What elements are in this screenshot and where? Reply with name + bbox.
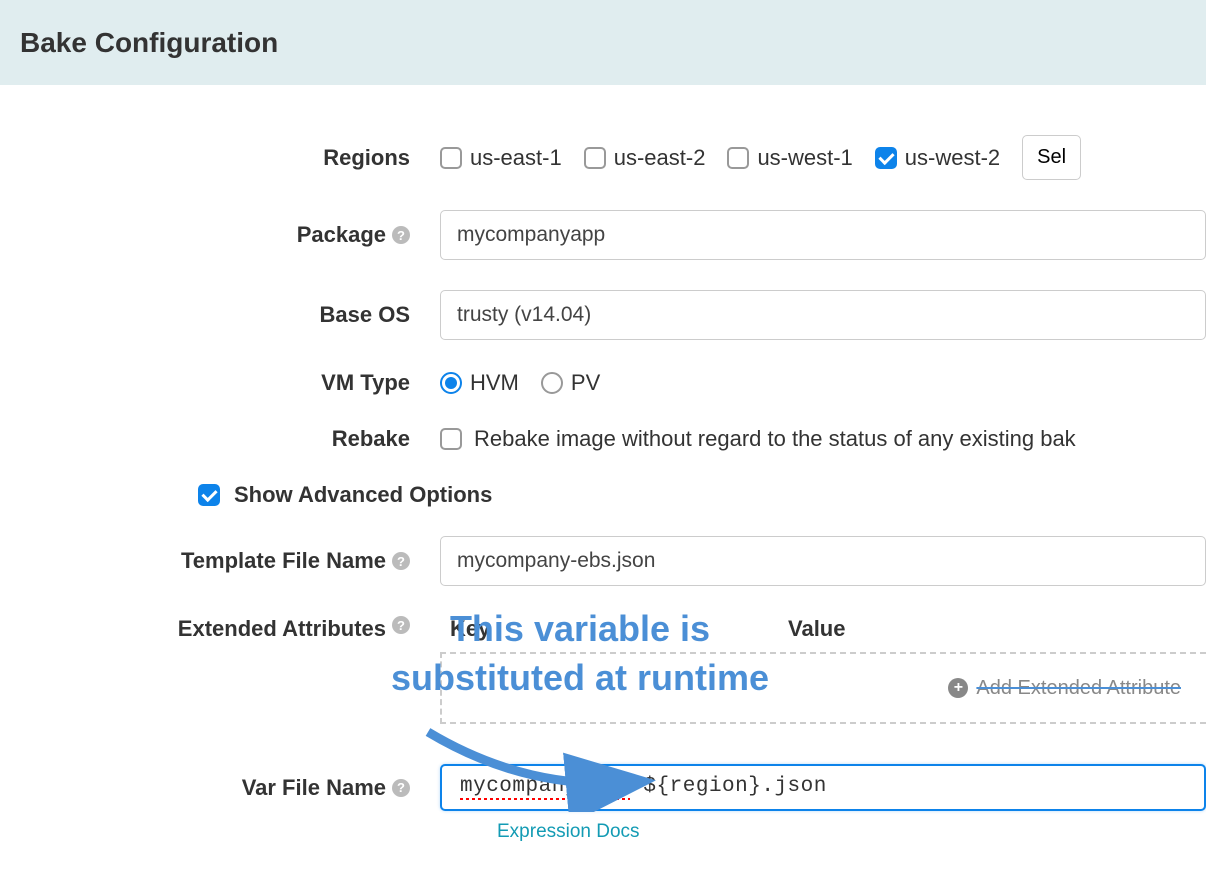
var-file-field: mycompany-var-${region}.json: [440, 764, 1206, 811]
template-file-input[interactable]: [440, 536, 1206, 586]
vm-type-radio-0[interactable]: [440, 372, 462, 394]
rebake-checkbox-label[interactable]: [440, 428, 462, 450]
vm-type-row: VM Type HVM PV: [40, 370, 1206, 396]
vm-type-hvm[interactable]: HVM: [440, 370, 519, 396]
region-label-3: us-west-2: [905, 145, 1000, 171]
region-us-west-2[interactable]: us-west-2: [875, 145, 1000, 171]
expression-docs-row: Expression Docs: [485, 815, 1206, 843]
rebake-description: Rebake image without regard to the statu…: [474, 426, 1076, 452]
region-checkbox-1[interactable]: [584, 147, 606, 169]
rebake-checkbox[interactable]: [440, 428, 462, 450]
regions-row: Regions us-east-1 us-east-2 us-west-1 us…: [40, 135, 1206, 180]
package-input[interactable]: [440, 210, 1206, 260]
var-file-row: Var File Name ? mycompany-var-${region}.…: [40, 764, 1206, 811]
region-label-1: us-east-2: [614, 145, 706, 171]
vm-type-label-0: HVM: [470, 370, 519, 396]
base-os-input[interactable]: [440, 290, 1206, 340]
vm-type-label: VM Type: [40, 370, 440, 396]
advanced-checkbox[interactable]: [198, 484, 220, 506]
advanced-label: Show Advanced Options: [234, 482, 492, 508]
region-checkbox-2[interactable]: [727, 147, 749, 169]
add-extended-attribute-label: Add Extended Attribute: [976, 677, 1181, 700]
help-icon[interactable]: ?: [392, 226, 410, 244]
extended-attributes-row: Extended Attributes ? Key Value: [40, 616, 1206, 642]
region-us-east-2[interactable]: us-east-2: [584, 145, 706, 171]
vm-type-radio-1[interactable]: [541, 372, 563, 394]
extended-attributes-headers: Key Value: [440, 616, 1206, 642]
regions-field: us-east-1 us-east-2 us-west-1 us-west-2 …: [440, 135, 1206, 180]
add-extended-attribute-link[interactable]: + Add Extended Attribute: [948, 677, 1181, 700]
rebake-row: Rebake Rebake image without regard to th…: [40, 426, 1206, 452]
extended-attributes-label: Extended Attributes ?: [40, 616, 440, 642]
template-file-field: [440, 536, 1206, 586]
var-file-label: Var File Name ?: [40, 775, 440, 801]
select-regions-button[interactable]: Sel: [1022, 135, 1081, 180]
var-file-input[interactable]: [440, 764, 1206, 811]
ext-attr-key-header: Key: [450, 616, 788, 642]
base-os-field: [440, 290, 1206, 340]
vm-type-label-1: PV: [571, 370, 600, 396]
package-field: [440, 210, 1206, 260]
help-icon[interactable]: ?: [392, 779, 410, 797]
rebake-label: Rebake: [40, 426, 440, 452]
region-checkbox-0[interactable]: [440, 147, 462, 169]
region-checkbox-3[interactable]: [875, 147, 897, 169]
ext-attr-value-header: Value: [788, 616, 1206, 642]
region-label-2: us-west-1: [757, 145, 852, 171]
regions-label: Regions: [40, 145, 440, 171]
template-file-label: Template File Name ?: [40, 548, 440, 574]
base-os-row: Base OS: [40, 290, 1206, 340]
vm-type-field: HVM PV: [440, 370, 1206, 396]
rebake-field: Rebake image without regard to the statu…: [440, 426, 1206, 452]
region-label-0: us-east-1: [470, 145, 562, 171]
package-label: Package ?: [40, 222, 440, 248]
vm-type-pv[interactable]: PV: [541, 370, 600, 396]
var-file-input-wrap: mycompany-var-${region}.json: [440, 764, 1206, 811]
expression-docs-link[interactable]: Expression Docs: [497, 821, 640, 843]
add-extended-attribute-box[interactable]: + Add Extended Attribute: [440, 652, 1206, 724]
base-os-label: Base OS: [40, 302, 440, 328]
template-file-row: Template File Name ?: [40, 536, 1206, 586]
region-us-east-1[interactable]: us-east-1: [440, 145, 562, 171]
help-icon[interactable]: ?: [392, 552, 410, 570]
advanced-options-row: Show Advanced Options: [198, 482, 1206, 508]
plus-icon: +: [948, 678, 968, 698]
region-us-west-1[interactable]: us-west-1: [727, 145, 852, 171]
help-icon[interactable]: ?: [392, 616, 410, 634]
config-header: Bake Configuration: [0, 0, 1206, 85]
form-content: Regions us-east-1 us-east-2 us-west-1 us…: [20, 85, 1206, 843]
advanced-checkbox-label[interactable]: [198, 484, 220, 506]
page-title: Bake Configuration: [20, 27, 278, 59]
package-row: Package ?: [40, 210, 1206, 260]
